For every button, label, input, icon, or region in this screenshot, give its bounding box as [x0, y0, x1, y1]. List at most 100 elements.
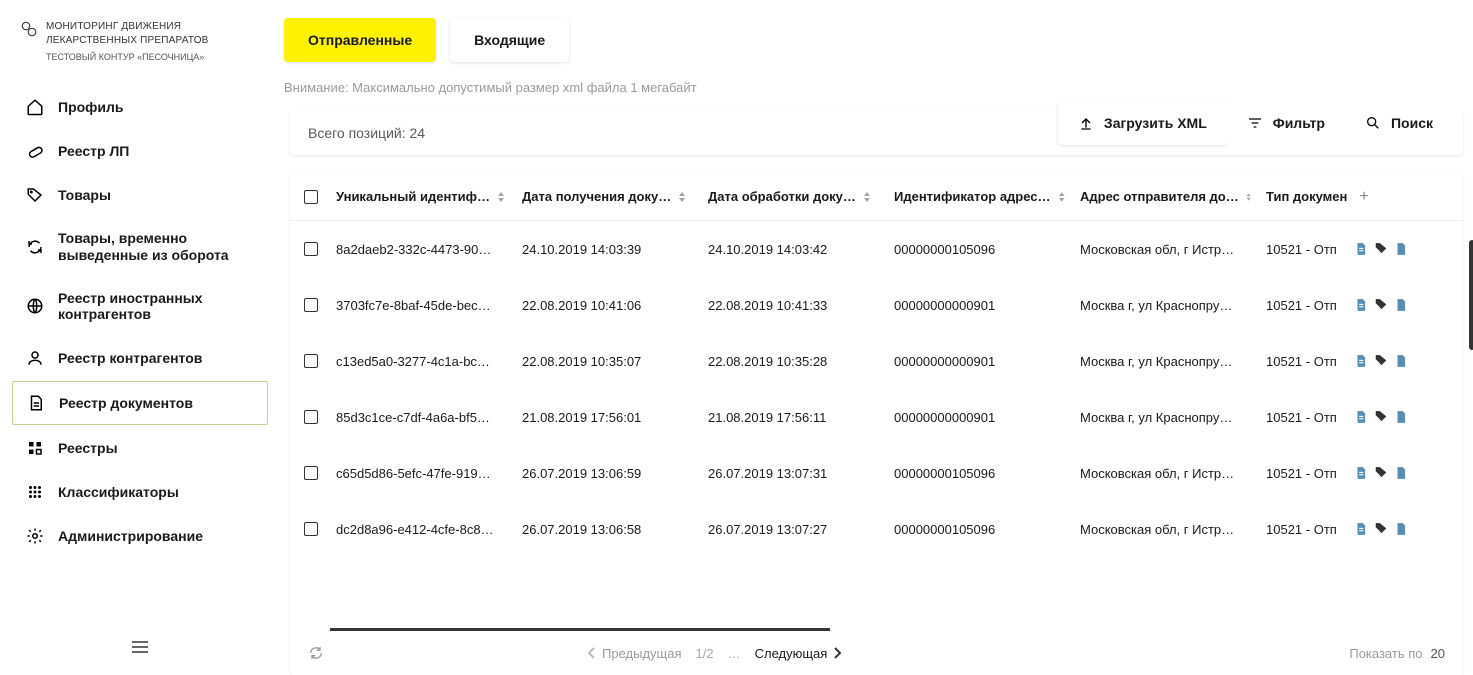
cell-uid: c65d5d86-5efc-47fe-919…: [336, 466, 516, 481]
upload-xml-button[interactable]: Загрузить XML: [1058, 101, 1227, 145]
page-indicator: 1/2: [696, 646, 714, 661]
doc1-icon[interactable]: [1354, 354, 1368, 368]
sidebar-item-label: Реестр ЛП: [58, 143, 129, 160]
cell-date-processed: 26.07.2019 13:07:27: [708, 522, 888, 537]
sidebar-item-contragents[interactable]: Реестр контрагентов: [12, 337, 268, 379]
brand-subtitle: ТЕСТОВЫЙ КОНТУР «ПЕСОЧНИЦА»: [46, 52, 260, 62]
doc2-icon[interactable]: [1394, 522, 1408, 536]
cell-date-received: 26.07.2019 13:06:59: [522, 466, 702, 481]
sidebar-item-foreign-contragents[interactable]: Реестр иностранных контрагентов: [12, 278, 268, 336]
column-uid[interactable]: Уникальный идентиф…: [336, 189, 516, 204]
per-page-select[interactable]: 20: [1431, 646, 1445, 661]
row-checkbox[interactable]: [304, 410, 318, 424]
cell-sender-addr: Москва г, ул Краснопру…: [1080, 354, 1260, 369]
table-row[interactable]: 8a2daeb2-332c-4473-90… 24.10.2019 14:03:…: [290, 221, 1463, 277]
column-sender-addr[interactable]: Адрес отправителя до…: [1080, 189, 1260, 204]
cell-doc-type: 10521 - Отп: [1266, 410, 1348, 425]
row-checkbox[interactable]: [304, 522, 318, 536]
sidebar-item-classifiers[interactable]: Классификаторы: [12, 471, 268, 513]
table-row[interactable]: dc2d8a96-e412-4cfe-8c8… 26.07.2019 13:06…: [290, 501, 1463, 557]
table-row[interactable]: 85d3c1ce-c7df-4a6a-bf5… 21.08.2019 17:56…: [290, 389, 1463, 445]
next-page-button[interactable]: Следующая: [755, 646, 842, 661]
row-checkbox[interactable]: [304, 466, 318, 480]
tab-sent[interactable]: Отправленные: [284, 18, 436, 62]
doc2-icon[interactable]: [1394, 466, 1408, 480]
pill-icon: [26, 142, 44, 160]
cell-date-processed: 24.10.2019 14:03:42: [708, 242, 888, 257]
sidebar-item-label: Администрирование: [58, 528, 203, 545]
tag-icon[interactable]: [1374, 522, 1388, 536]
cell-date-processed: 26.07.2019 13:07:31: [708, 466, 888, 481]
collapse-sidebar-button[interactable]: [122, 631, 158, 663]
cell-uid: 85d3c1ce-c7df-4a6a-bf5…: [336, 410, 516, 425]
row-actions: [1354, 522, 1428, 536]
row-actions: [1354, 354, 1428, 368]
tabs: Отправленные Входящие: [280, 18, 1473, 62]
refresh-button[interactable]: [308, 645, 324, 661]
row-actions: [1354, 242, 1428, 256]
cell-sender-addr: Московская обл, г Истр…: [1080, 522, 1260, 537]
add-column-button[interactable]: +: [1354, 188, 1374, 206]
sidebar-item-tovary-vyvedennye[interactable]: Товары, временно выведенные из оборота: [12, 218, 268, 276]
cell-sender-addr: Московская обл, г Истр…: [1080, 466, 1260, 481]
doc1-icon[interactable]: [1354, 298, 1368, 312]
doc2-icon[interactable]: [1394, 410, 1408, 424]
table-body: 8a2daeb2-332c-4473-90… 24.10.2019 14:03:…: [290, 221, 1463, 631]
sidebar-item-profile[interactable]: Профиль: [12, 86, 268, 128]
sidebar-item-admin[interactable]: Администрирование: [12, 515, 268, 557]
cell-address-id: 00000000105096: [894, 466, 1074, 481]
cell-date-received: 24.10.2019 14:03:39: [522, 242, 702, 257]
tag-icon[interactable]: [1374, 410, 1388, 424]
row-actions: [1354, 410, 1428, 424]
cell-sender-addr: Москва г, ул Краснопру…: [1080, 298, 1260, 313]
cell-address-id: 00000000000901: [894, 354, 1074, 369]
doc2-icon[interactable]: [1394, 354, 1408, 368]
prev-page-button[interactable]: Предыдущая: [588, 646, 682, 661]
tag-icon[interactable]: [1374, 466, 1388, 480]
doc1-icon[interactable]: [1354, 466, 1368, 480]
row-checkbox[interactable]: [304, 298, 318, 312]
cell-date-received: 22.08.2019 10:41:06: [522, 298, 702, 313]
search-icon: [1365, 115, 1381, 131]
cell-address-id: 00000000105096: [894, 522, 1074, 537]
pager: Предыдущая 1/2 … Следующая: [588, 646, 841, 661]
cell-doc-type: 10521 - Отп: [1266, 242, 1348, 257]
filter-button[interactable]: Фильтр: [1227, 101, 1345, 145]
select-all-checkbox[interactable]: [304, 190, 318, 204]
sidebar-item-reestry[interactable]: Реестры: [12, 427, 268, 469]
filter-label: Фильтр: [1273, 115, 1325, 131]
cell-date-received: 21.08.2019 17:56:01: [522, 410, 702, 425]
column-doc-type[interactable]: Тип докумен: [1266, 189, 1348, 204]
table-row[interactable]: c65d5d86-5efc-47fe-919… 26.07.2019 13:06…: [290, 445, 1463, 501]
row-checkbox[interactable]: [304, 242, 318, 256]
tag-icon[interactable]: [1374, 242, 1388, 256]
vertical-scrollbar[interactable]: [1469, 240, 1473, 350]
column-address-id[interactable]: Идентификатор адрес…: [894, 189, 1074, 204]
search-button[interactable]: Поиск: [1345, 101, 1453, 145]
tag-icon[interactable]: [1374, 298, 1388, 312]
sidebar-item-reestr-lp[interactable]: Реестр ЛП: [12, 130, 268, 172]
table-row[interactable]: 3703fc7e-8baf-45de-bec… 22.08.2019 10:41…: [290, 277, 1463, 333]
grid-icon: [26, 439, 44, 457]
table-row[interactable]: c13ed5a0-3277-4c1a-bc… 22.08.2019 10:35:…: [290, 333, 1463, 389]
column-date-processed[interactable]: Дата обработки доку…: [708, 189, 888, 204]
upload-icon: [1078, 115, 1094, 131]
row-actions: [1354, 298, 1428, 312]
total-label: Всего позиций: 24: [308, 125, 425, 141]
tag-icon[interactable]: [1374, 354, 1388, 368]
sidebar-item-documents[interactable]: Реестр документов: [12, 381, 268, 425]
sidebar-item-tovary[interactable]: Товары: [12, 174, 268, 216]
doc2-icon[interactable]: [1394, 242, 1408, 256]
brand-title: МОНИТОРИНГ ДВИЖЕНИЯ ЛЕКАРСТВЕННЫХ ПРЕПАР…: [46, 20, 260, 48]
doc2-icon[interactable]: [1394, 298, 1408, 312]
doc1-icon[interactable]: [1354, 522, 1368, 536]
sidebar-item-label: Реестр контрагентов: [58, 350, 202, 367]
tag-icon: [26, 186, 44, 204]
row-checkbox[interactable]: [304, 354, 318, 368]
doc1-icon[interactable]: [1354, 410, 1368, 424]
column-date-received[interactable]: Дата получения доку…: [522, 189, 702, 204]
tab-incoming[interactable]: Входящие: [450, 18, 569, 62]
doc1-icon[interactable]: [1354, 242, 1368, 256]
cell-sender-addr: Москва г, ул Краснопру…: [1080, 410, 1260, 425]
warning-text: Внимание: Максимально допустимый размер …: [280, 80, 1473, 95]
